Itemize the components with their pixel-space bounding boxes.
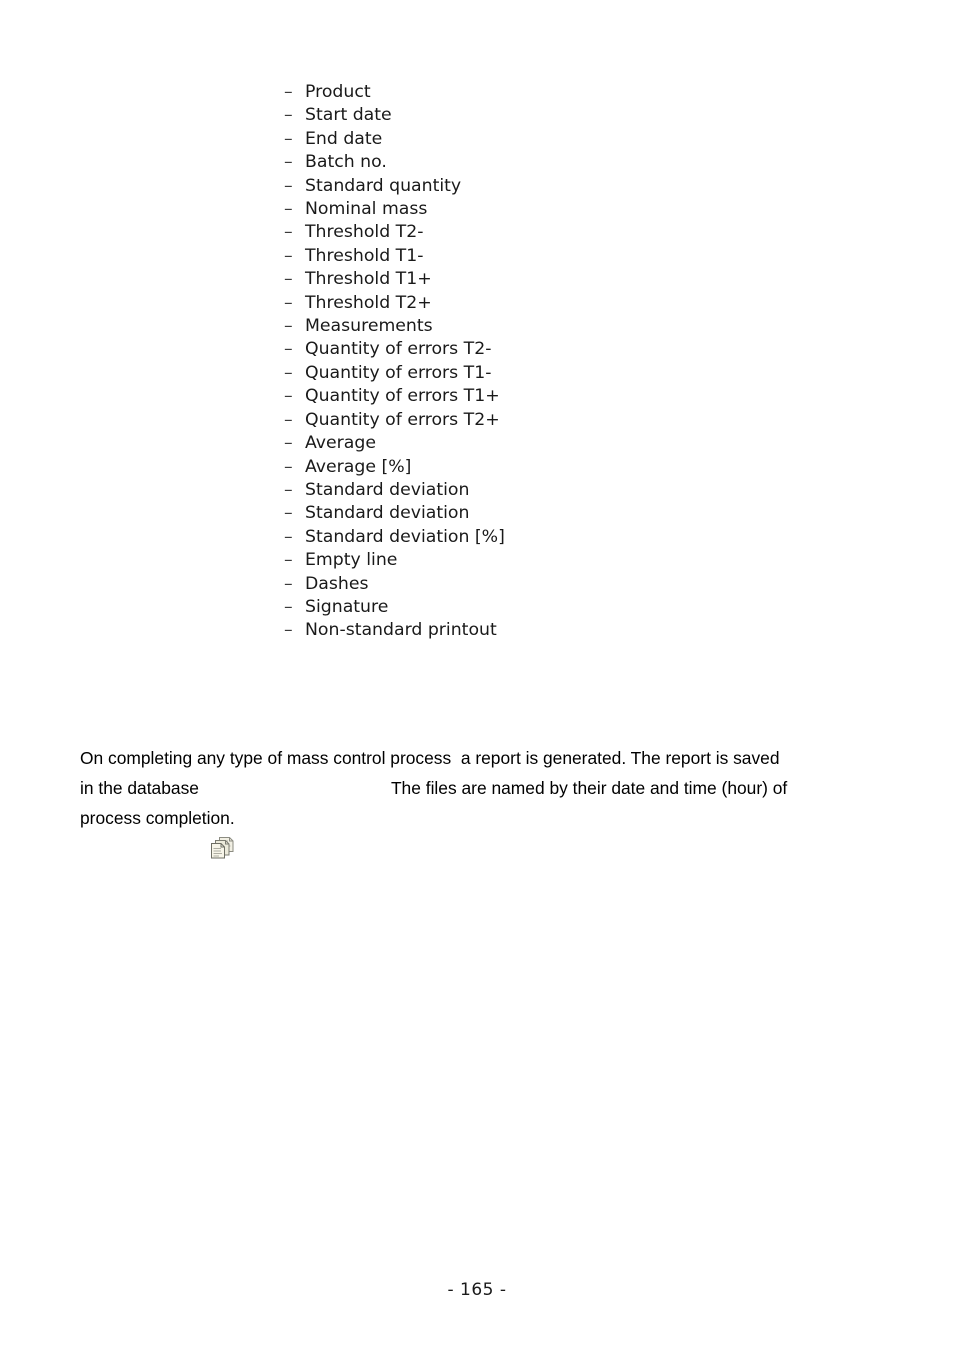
list-bullet-dash: – [284, 292, 293, 313]
list-item-label: Threshold T2+ [305, 292, 432, 313]
paragraph-line-2-text-after-icon: The files are named by their date and ti… [390, 778, 788, 798]
list-item: – End date [284, 128, 505, 151]
paragraph-line-2: in the database The files are named by t… [80, 773, 885, 859]
list-item: – Standard deviation [284, 479, 505, 502]
list-item: – Quantity of errors T2+ [284, 409, 505, 432]
list-item-label: Quantity of errors T2- [305, 339, 492, 360]
document-page: – Product – Start date – End date – Batc… [0, 0, 954, 1350]
list-item: – Standard deviation [284, 502, 505, 525]
list-bullet-dash: – [284, 433, 293, 454]
list-bullet-dash: – [284, 550, 293, 571]
list-item-label: Dashes [305, 573, 369, 594]
paragraph-line-3: process completion. [80, 808, 235, 828]
list-item: – Measurements [284, 315, 505, 338]
list-bullet-dash: – [284, 175, 293, 196]
list-item-label: Average [305, 433, 376, 454]
list-item-label: Quantity of errors T1- [305, 362, 492, 383]
list-item-label: Nominal mass [305, 199, 428, 220]
list-item: – Standard quantity [284, 175, 505, 198]
list-bullet-dash: – [284, 386, 293, 407]
list-bullet-dash: – [284, 128, 293, 149]
list-item: – Start date [284, 104, 505, 127]
list-bullet-dash: – [284, 526, 293, 547]
list-item: – Average [284, 432, 505, 455]
list-item: – Nominal mass [284, 198, 505, 221]
report-description-paragraph: On completing any type of mass control p… [80, 743, 885, 859]
list-item-label: Threshold T2- [305, 222, 424, 243]
list-bullet-dash: – [284, 479, 293, 500]
list-bullet-dash: – [284, 105, 293, 126]
list-bullet-dash: – [284, 199, 293, 220]
list-item: – Threshold T2- [284, 221, 505, 244]
list-item: – Dashes [284, 573, 505, 596]
list-bullet-dash: – [284, 339, 293, 360]
list-item: – Threshold T2+ [284, 292, 505, 315]
list-bullet-dash: – [284, 316, 293, 337]
page-number: - 165 - [447, 1280, 507, 1300]
list-item-label: Non-standard printout [305, 620, 497, 641]
list-item-label: Average [%] [305, 456, 412, 477]
list-item: – Product [284, 81, 505, 104]
list-item-label: Standard quantity [305, 175, 462, 196]
list-bullet-dash: – [284, 269, 293, 290]
list-item: – Quantity of errors T1+ [284, 385, 505, 408]
list-bullet-dash: – [284, 245, 293, 266]
paragraph-line-1: On completing any type of mass control p… [80, 748, 780, 768]
list-item-label: Product [305, 82, 371, 102]
list-item-label: Quantity of errors T2+ [305, 409, 500, 430]
list-item-label: Batch no. [305, 152, 387, 173]
list-item-label: Start date [305, 105, 392, 126]
printout-fields-list: – Product – Start date – End date – Batc… [284, 81, 505, 643]
list-item-label: Empty line [305, 550, 398, 571]
list-bullet-dash: – [284, 362, 293, 383]
list-item: – Signature [284, 596, 505, 619]
paragraph-line-2-text-before-icon: in the database [80, 778, 199, 798]
list-item: – Standard deviation [%] [284, 526, 505, 549]
list-item: – Threshold T1- [284, 245, 505, 268]
copy-documents-icon [209, 776, 235, 859]
list-bullet-dash: – [284, 503, 293, 524]
list-item-label: Measurements [305, 316, 433, 337]
list-item-label: Standard deviation [%] [305, 526, 505, 547]
list-item: – Average [%] [284, 456, 505, 479]
list-item-label: Threshold T1- [305, 245, 424, 266]
list-item-label: Standard deviation [305, 479, 470, 500]
list-item: – Quantity of errors T2- [284, 338, 505, 361]
list-bullet-dash: – [284, 152, 293, 173]
list-item: – Threshold T1+ [284, 268, 505, 291]
list-item-label: End date [305, 128, 383, 149]
list-item-label: Standard deviation [305, 503, 470, 524]
list-bullet-dash: – [284, 409, 293, 430]
list-item: – Quantity of errors T1- [284, 362, 505, 385]
list-item-label: Threshold T1+ [305, 269, 432, 290]
list-item-label: Quantity of errors T1+ [305, 386, 500, 407]
list-item-label: Signature [305, 596, 389, 617]
list-item: – Batch no. [284, 151, 505, 174]
list-item: – Empty line [284, 549, 505, 572]
list-bullet-dash: – [284, 596, 293, 617]
list-bullet-dash: – [284, 573, 293, 594]
list-bullet-dash: – [284, 456, 293, 477]
list-bullet-dash: – [284, 222, 293, 243]
list-bullet-dash: – [284, 82, 293, 102]
list-item: – Non-standard printout [284, 619, 505, 642]
list-bullet-dash: – [284, 620, 293, 641]
